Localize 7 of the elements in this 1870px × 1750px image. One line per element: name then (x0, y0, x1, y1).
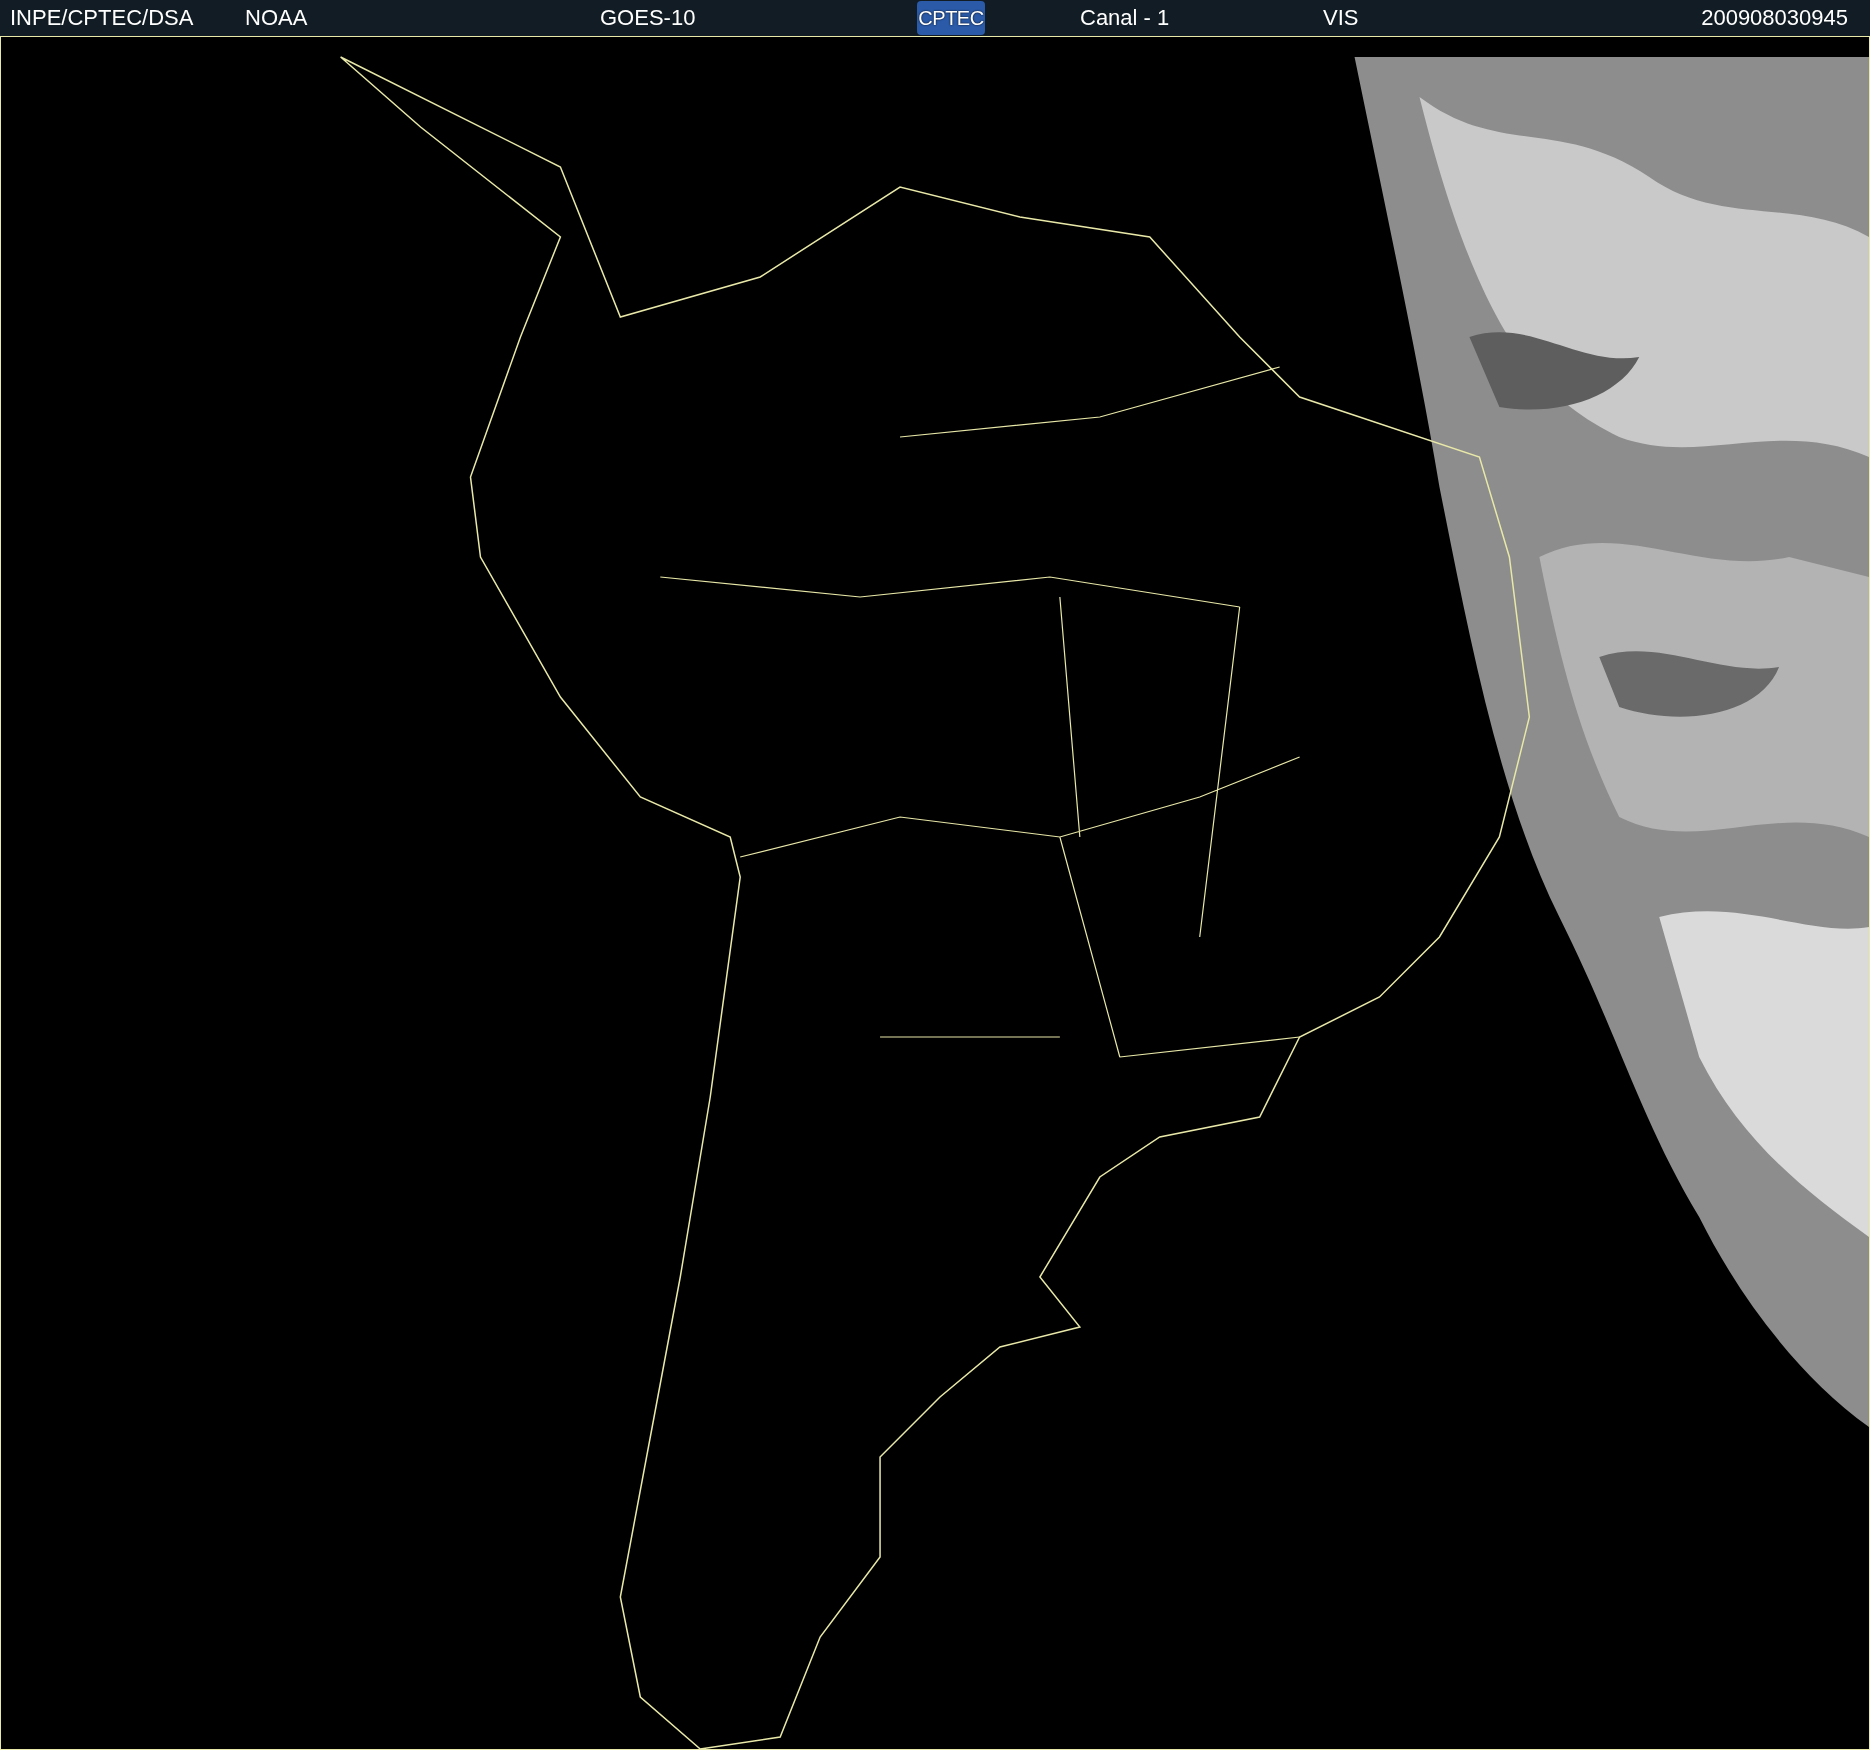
institution-label: INPE/CPTEC/DSA (10, 7, 195, 29)
timestamp-label: 200908030945 (1701, 7, 1848, 29)
channel-label: Canal - 1 (1080, 7, 1171, 29)
band-label: VIS (1323, 7, 1359, 29)
logo: CPTEC (917, 1, 985, 35)
satellite-label: GOES-10 (600, 7, 697, 29)
agency-label: NOAA (245, 7, 309, 29)
